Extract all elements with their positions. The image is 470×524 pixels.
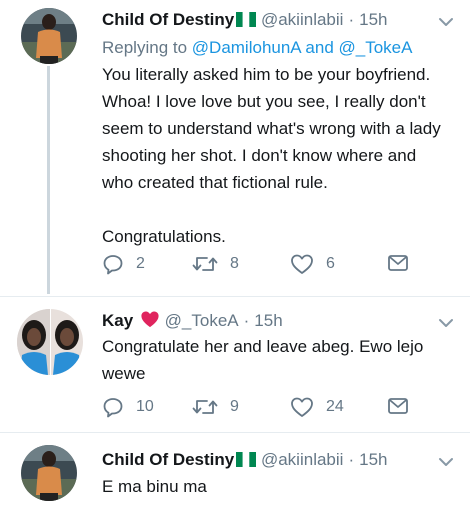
display-name[interactable]: Kay: [102, 311, 133, 330]
tweet-actions: 10 9 24: [102, 396, 422, 420]
retweet-button[interactable]: 8: [192, 253, 239, 275]
tweet-header: Kay @_TokeA · 15h: [102, 310, 283, 334]
tweet-header: Child Of Destiny @akiinlabii · 15h: [102, 9, 387, 33]
heart-icon: [291, 254, 313, 274]
like-button[interactable]: 6: [290, 253, 335, 275]
heart-emoji-icon: [140, 310, 160, 334]
like-button[interactable]: 24: [290, 396, 344, 418]
like-count: 24: [326, 398, 344, 415]
display-name[interactable]: Child Of Destiny: [102, 450, 234, 469]
reply-button[interactable]: 2: [102, 253, 145, 275]
replying-to-prefix: Replying to: [102, 38, 192, 57]
heart-icon: [291, 397, 313, 417]
timestamp[interactable]: 15h: [359, 10, 387, 29]
reply-button[interactable]: 10: [102, 396, 154, 418]
tweet[interactable]: Child Of Destiny @akiinlabii · 15h Replyin…: [0, 0, 470, 296]
reply-count: 2: [136, 255, 145, 272]
separator-dot: ·: [348, 10, 355, 29]
share-button[interactable]: [387, 396, 409, 416]
nigeria-flag-icon: [236, 11, 257, 33]
user-handle[interactable]: @akiinlabii: [261, 450, 343, 469]
user-handle[interactable]: @_TokeA: [165, 311, 239, 330]
share-icon: [388, 255, 408, 271]
retweet-icon: [192, 400, 218, 414]
reply-icon: [103, 398, 123, 418]
chevron-down-icon[interactable]: [436, 452, 456, 472]
chevron-down-icon[interactable]: [436, 313, 456, 333]
separator-dot: ·: [348, 450, 355, 469]
like-count: 6: [326, 255, 335, 272]
share-icon: [388, 398, 408, 414]
timestamp[interactable]: 15h: [359, 450, 387, 469]
replying-to-mentions[interactable]: @DamilohunA and @_TokeA: [192, 38, 413, 57]
tweet[interactable]: Child Of Destiny @akiinlabii · 15h E ma bi…: [0, 433, 470, 524]
retweet-count: 8: [230, 255, 239, 272]
avatar[interactable]: [21, 8, 77, 64]
display-name[interactable]: Child Of Destiny: [102, 10, 234, 29]
retweet-count: 9: [230, 398, 239, 415]
avatar[interactable]: [21, 445, 77, 501]
tweet-header: Child Of Destiny @akiinlabii · 15h: [102, 449, 387, 473]
tweet-actions: 2 8 6: [102, 253, 422, 277]
replying-to: Replying to @DamilohunA and @_TokeA: [102, 37, 412, 59]
tweet-text: Congratulate her and leave abeg. Ewo lej…: [102, 337, 424, 383]
reply-count: 10: [136, 398, 154, 415]
nigeria-flag-icon: [236, 451, 257, 473]
tweet[interactable]: Kay @_TokeA · 15h Congratulate her and lea…: [0, 297, 470, 431]
retweet-icon: [192, 257, 218, 271]
user-handle[interactable]: @akiinlabii: [261, 10, 343, 29]
chevron-down-icon[interactable]: [436, 12, 456, 32]
separator-dot: ·: [243, 311, 250, 330]
reply-icon: [103, 255, 123, 275]
thread-line: [47, 66, 50, 294]
share-button[interactable]: [387, 253, 409, 273]
timestamp[interactable]: 15h: [254, 311, 282, 330]
retweet-button[interactable]: 9: [192, 396, 239, 418]
tweet-text: E ma binu ma: [102, 477, 207, 496]
tweet-text: You literally asked him to be your boyfr…: [102, 65, 441, 246]
avatar[interactable]: [17, 309, 83, 375]
